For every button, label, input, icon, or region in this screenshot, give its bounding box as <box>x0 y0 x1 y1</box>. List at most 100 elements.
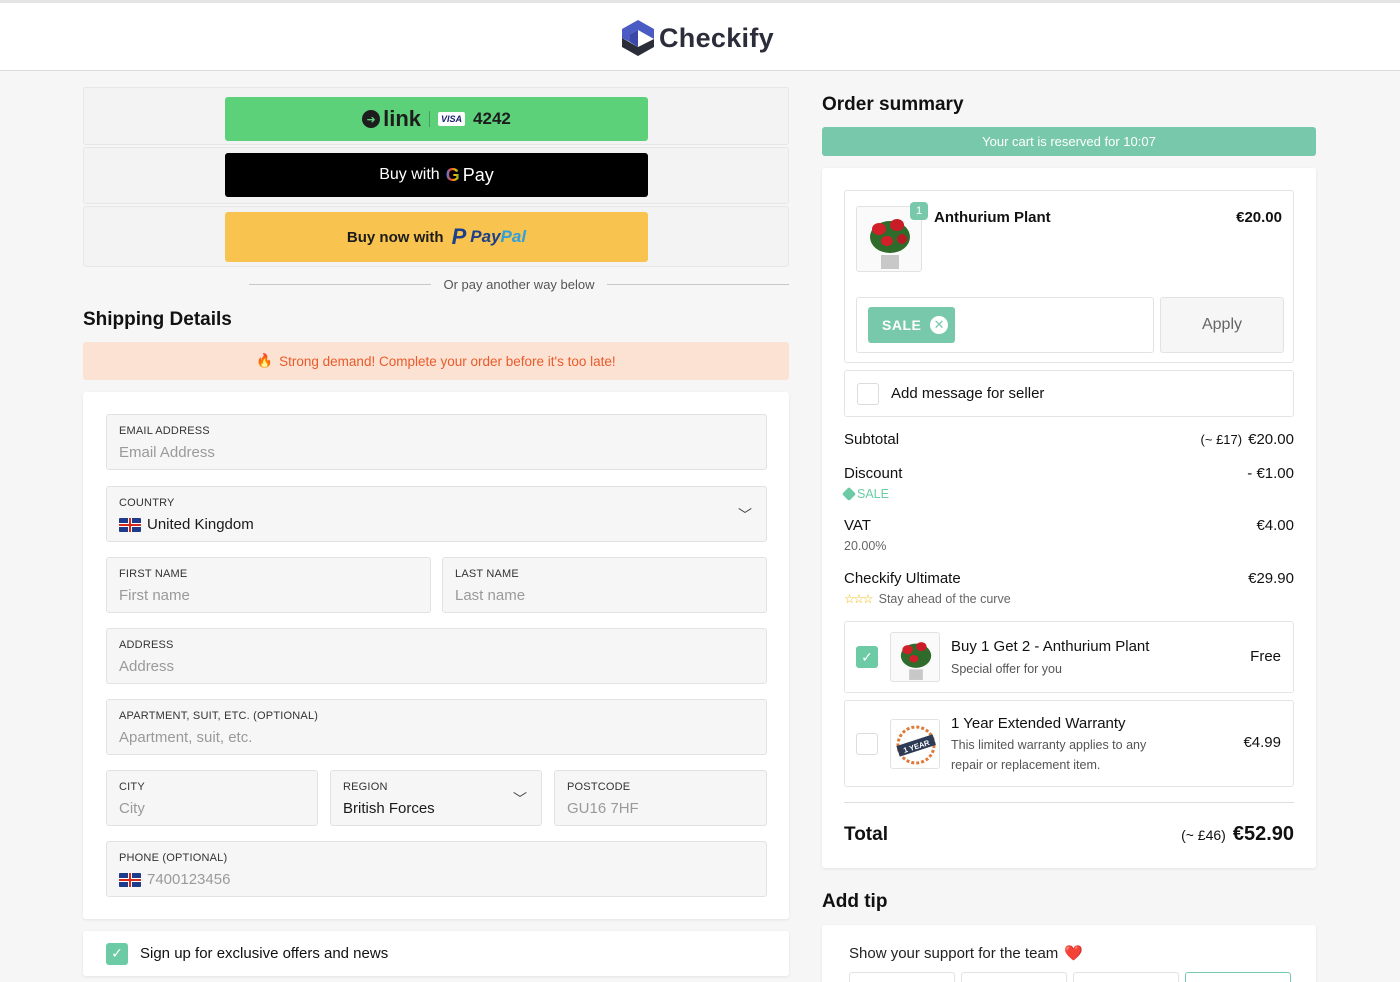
upsell-warranty-sub2: repair or replacement item. <box>951 758 1101 772</box>
subtotal-value: (~ £17) €20.00 <box>1201 431 1294 448</box>
last-name-field[interactable]: LAST NAME Last name <box>442 557 767 613</box>
address-field[interactable]: ADDRESS Address <box>106 628 767 684</box>
product-price: €20.00 <box>1236 209 1282 226</box>
gpay-text: Pay <box>462 164 494 185</box>
postcode-label: POSTCODE <box>567 781 631 793</box>
brand-logo[interactable]: Checkify <box>621 19 774 57</box>
phone-field[interactable]: PHONE (OPTIONAL) 7400123456 <box>106 841 767 897</box>
city-label: CITY <box>119 781 145 793</box>
paypal-prefix: Buy now with <box>346 228 444 246</box>
ultimate-tagline-text: Stay ahead of the curve <box>878 591 1011 606</box>
paypal-row: Buy now with P PayPal <box>83 206 789 267</box>
apartment-placeholder: Apartment, suit, etc. <box>119 729 253 746</box>
fire-icon: 🔥 <box>256 353 274 368</box>
divider-line-left <box>249 283 432 285</box>
paypal-p-icon: P <box>451 224 467 249</box>
first-name-field[interactable]: FIRST NAME First name <box>106 557 431 613</box>
upsell-bogo[interactable]: ✓ Buy 1 Get 2 - Anthurium Plant Special … <box>844 621 1294 693</box>
product-name: Anthurium Plant <box>934 209 1051 226</box>
checkbox-checked-icon[interactable]: ✓ <box>106 942 128 965</box>
order-summary-card: 1 Anthurium Plant €20.00 SALE ✕ Apply Ad… <box>822 168 1316 868</box>
brand-name: Checkify <box>659 22 774 53</box>
upsell-thumbnail <box>890 632 940 682</box>
upsell-warranty[interactable]: 1 YEAR 1 Year Extended Warranty This lim… <box>844 700 1294 787</box>
checkbox-unchecked-icon[interactable] <box>856 733 878 755</box>
link-divider <box>429 111 431 127</box>
discount-code-text: SALE <box>857 487 889 501</box>
link-pay-row: ➜ link VISA 4242 <box>83 87 789 145</box>
tip-text: Show your support for the team <box>849 944 1059 962</box>
anthurium-plant-icon <box>900 642 932 680</box>
link-arrow-icon: ➜ <box>362 110 381 128</box>
apartment-field[interactable]: APARTMENT, SUIT, ETC. (OPTIONAL) Apartme… <box>106 699 767 755</box>
email-field[interactable]: EMAIL ADDRESS Email Address <box>106 414 767 470</box>
vat-value: €4.00 <box>1256 517 1294 534</box>
google-g-icon: G <box>445 164 460 185</box>
divider-line-right <box>606 283 789 285</box>
uk-flag-icon <box>119 517 141 532</box>
postcode-field[interactable]: POSTCODE GU16 7HF <box>554 770 767 826</box>
postcode-placeholder: GU16 7HF <box>567 800 639 817</box>
email-placeholder: Email Address <box>119 444 215 461</box>
paypal-word-pal: Pal <box>500 227 527 246</box>
tip-option-4[interactable] <box>1185 972 1291 982</box>
tip-option-3[interactable] <box>1073 972 1179 982</box>
total-approx: (~ £46) <box>1181 827 1226 843</box>
heart-icon: ❤️ <box>1064 945 1083 962</box>
country-select[interactable]: COUNTRY United Kingdom ﹀ <box>106 486 767 542</box>
ultimate-tagline: ☆☆☆ Stay ahead of the curve <box>844 591 1011 607</box>
discount-value: - €1.00 <box>1247 465 1294 482</box>
country-value: United Kingdom <box>119 516 254 533</box>
discount-code-field[interactable]: SALE ✕ <box>856 297 1154 353</box>
tip-option-1[interactable] <box>849 972 955 982</box>
seller-message-toggle[interactable]: Add message for seller <box>844 370 1294 417</box>
phone-placeholder: 7400123456 <box>147 871 231 888</box>
link-pay-button[interactable]: ➜ link VISA 4242 <box>225 97 648 141</box>
product-qty-badge: 1 <box>910 202 928 220</box>
warranty-thumbnail: 1 YEAR <box>890 719 940 769</box>
apartment-label: APARTMENT, SUIT, ETC. (OPTIONAL) <box>119 710 319 722</box>
upsell-warranty-title: 1 Year Extended Warranty <box>951 715 1126 732</box>
phone-value: 7400123456 <box>119 871 230 888</box>
checkbox-checked-icon[interactable]: ✓ <box>856 646 878 668</box>
upsell-warranty-sub1: This limited warranty applies to any <box>951 738 1147 752</box>
total-value: (~ £46) €52.90 <box>1181 823 1294 846</box>
upsell-bogo-price: Free <box>1250 648 1281 665</box>
signup-label: Sign up for exclusive offers and news <box>140 945 389 962</box>
remove-discount-icon[interactable]: ✕ <box>930 316 949 334</box>
phone-label: PHONE (OPTIONAL) <box>119 852 228 864</box>
shipping-form: EMAIL ADDRESS Email Address COUNTRY Unit… <box>83 392 789 919</box>
upsell-bogo-title: Buy 1 Get 2 - Anthurium Plant <box>951 638 1150 655</box>
top-header: Checkify <box>0 0 1400 71</box>
newsletter-signup[interactable]: ✓ Sign up for exclusive offers and news <box>83 931 789 976</box>
apply-button[interactable]: Apply <box>1160 297 1284 353</box>
vat-label: VAT <box>844 517 871 534</box>
link-text: link <box>383 106 422 131</box>
region-select[interactable]: REGION British Forces ﹀ <box>330 770 542 826</box>
discount-chip-code: SALE <box>882 317 922 333</box>
total-amount: €52.90 <box>1232 823 1294 845</box>
seller-message-label: Add message for seller <box>891 385 1045 402</box>
discount-label: Discount <box>844 465 903 482</box>
email-label: EMAIL ADDRESS <box>119 425 210 437</box>
link-logo: ➜ link <box>362 106 421 132</box>
first-name-label: FIRST NAME <box>119 568 188 580</box>
checkbox-unchecked-icon[interactable] <box>857 382 879 405</box>
checkify-logo-icon <box>622 20 654 56</box>
ultimate-value: €29.90 <box>1248 570 1294 587</box>
tip-option-2[interactable] <box>961 972 1067 982</box>
chevron-down-icon: ﹀ <box>738 507 752 523</box>
tip-card: Show your support for the team ❤️ <box>822 925 1316 982</box>
paypal-button[interactable]: Buy now with P PayPal <box>225 212 648 262</box>
city-field[interactable]: CITY City <box>106 770 318 826</box>
country-text: United Kingdom <box>147 516 254 533</box>
google-pay-button[interactable]: Buy with G Pay <box>225 153 648 197</box>
total-divider <box>844 802 1294 803</box>
stars-icon: ☆☆☆ <box>844 592 874 606</box>
demand-text: Strong demand! Complete your order befor… <box>279 353 616 369</box>
uk-flag-icon <box>119 872 141 887</box>
country-label: COUNTRY <box>119 497 175 509</box>
or-divider: Or pay another way below <box>83 276 789 292</box>
subtotal-amount: €20.00 <box>1248 431 1294 448</box>
or-text: Or pay another way below <box>443 276 595 292</box>
